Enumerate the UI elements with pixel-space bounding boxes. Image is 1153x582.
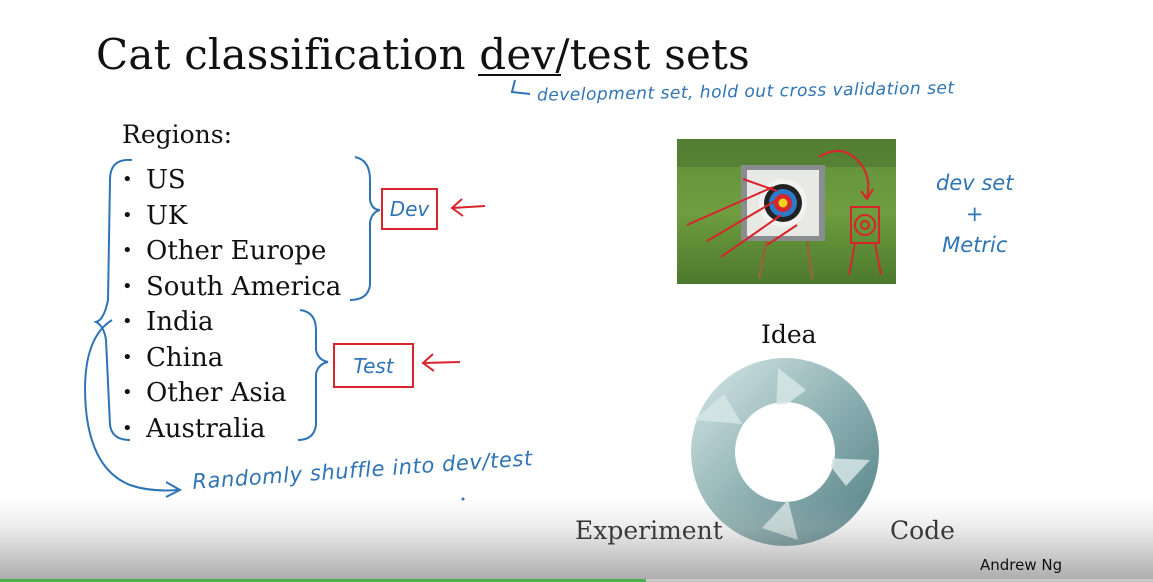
devset-metric-note: dev set + Metric <box>936 168 1013 261</box>
region-south-america: South America <box>146 271 342 302</box>
region-uk: UK <box>146 200 188 231</box>
dev-red-arrow <box>450 198 486 217</box>
devset-note-line1: dev set <box>936 171 1014 195</box>
bullet: • <box>122 169 133 190</box>
bullet: • <box>122 346 133 368</box>
dev-brace <box>349 156 381 301</box>
dev-definition-bracket <box>510 79 531 95</box>
target-photo <box>677 139 896 284</box>
bullet: • <box>122 382 133 403</box>
bullet: • <box>122 240 133 261</box>
list-item: • Other Asia <box>122 375 341 411</box>
bullet: • <box>122 311 133 332</box>
test-red-arrow <box>421 353 461 372</box>
list-item: • Australia <box>122 411 341 447</box>
region-other-asia: Other Asia <box>146 378 287 408</box>
region-australia: Australia <box>146 413 266 444</box>
devset-note-metric: Metric <box>942 233 1008 257</box>
list-item: • UK <box>122 198 341 234</box>
bullet: • <box>122 275 133 297</box>
test-box-label: Test <box>333 343 414 388</box>
region-china: China <box>146 342 224 373</box>
pen-dot <box>461 497 465 501</box>
region-other-europe: Other Europe <box>146 236 327 266</box>
regions-label: Regions: <box>122 120 233 149</box>
region-us: US <box>146 165 186 195</box>
dev-box-label: Dev <box>381 188 438 230</box>
cycle-label-experiment: Experiment <box>575 516 723 545</box>
cycle-label-code: Code <box>890 516 955 545</box>
list-item: • China <box>122 340 341 376</box>
author-credit: Andrew Ng <box>980 556 1063 574</box>
region-india: India <box>146 307 214 337</box>
list-item: • South America <box>122 269 341 305</box>
cycle-center <box>737 404 833 500</box>
bullet: • <box>122 417 133 439</box>
list-item: • India <box>122 304 341 340</box>
target-photo-image <box>677 139 896 284</box>
region-list: • US • UK • Other Europe • South America • In… <box>122 162 341 446</box>
list-item: • US <box>122 162 341 198</box>
list-item: • Other Europe <box>122 233 341 269</box>
cycle-label-idea: Idea <box>761 320 817 349</box>
devset-note-plus: + <box>965 202 984 226</box>
bullet: • <box>122 204 133 226</box>
